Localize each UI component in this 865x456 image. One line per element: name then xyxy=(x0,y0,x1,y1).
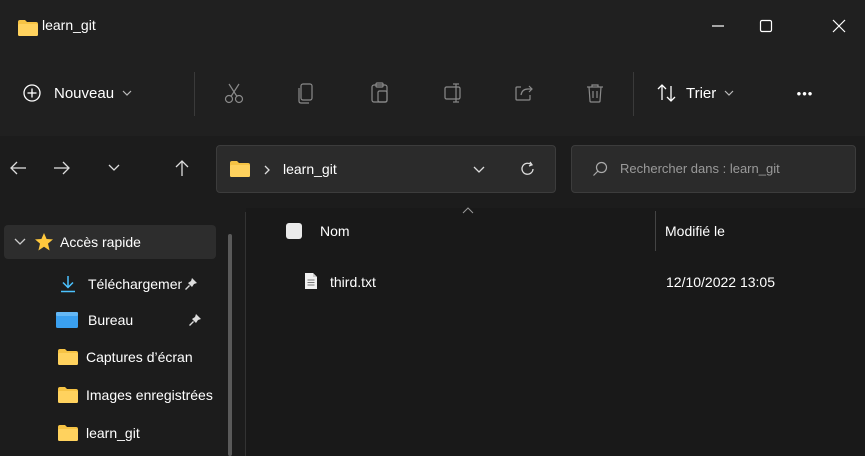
sidebar-item-desktop[interactable]: Bureau xyxy=(56,303,216,337)
address-bar[interactable]: learn_git xyxy=(216,145,556,193)
chevron-down-icon xyxy=(108,164,120,171)
arrow-up-icon xyxy=(175,160,189,176)
delete-button[interactable] xyxy=(581,76,609,110)
delete-icon xyxy=(587,84,603,103)
minimize-button[interactable] xyxy=(695,0,741,52)
plus-circle-icon xyxy=(23,84,41,102)
pin-icon[interactable] xyxy=(184,277,198,291)
sidebar-item-learn-git[interactable]: learn_git xyxy=(58,416,220,450)
table-row[interactable]: third.txt 12/10/2022 13:05 xyxy=(290,264,850,298)
arrow-left-icon xyxy=(10,161,26,175)
rename-icon xyxy=(444,83,461,103)
select-all-checkbox[interactable] xyxy=(286,223,302,239)
title-bar: learn_git xyxy=(0,0,865,52)
sidebar-item-screenshots[interactable]: Captures d’écran xyxy=(58,340,220,374)
maximize-button[interactable] xyxy=(743,0,789,52)
new-button[interactable]: Nouveau xyxy=(18,76,180,110)
search-icon xyxy=(593,161,608,176)
share-button[interactable] xyxy=(510,76,538,110)
minimize-icon xyxy=(712,25,724,27)
cut-icon xyxy=(224,83,244,104)
sort-button[interactable]: Trier xyxy=(652,76,752,110)
file-list: Nom Modifié le third.txt 12/10/2022 13:0… xyxy=(246,207,865,456)
column-header-name[interactable]: Nom xyxy=(320,223,350,239)
file-name: third.txt xyxy=(330,274,376,290)
sidebar-item-label: Bureau xyxy=(88,312,134,328)
paste-icon xyxy=(371,82,388,103)
sidebar-item-quick-access[interactable]: Accès rapide xyxy=(14,225,214,259)
chevron-down-icon xyxy=(122,90,132,96)
folder-icon xyxy=(58,349,78,365)
folder-icon xyxy=(18,20,38,36)
copy-button[interactable] xyxy=(292,76,320,110)
close-button[interactable] xyxy=(816,0,862,52)
desktop-icon xyxy=(56,312,78,328)
arrow-right-icon xyxy=(54,161,70,175)
chevron-down-icon[interactable] xyxy=(14,238,26,246)
address-path[interactable]: learn_git xyxy=(283,161,337,177)
column-divider[interactable] xyxy=(655,211,656,251)
sort-label: Trier xyxy=(686,84,717,102)
folder-icon xyxy=(58,425,78,441)
new-label: Nouveau xyxy=(54,84,115,102)
column-header-modified[interactable]: Modifié le xyxy=(665,223,725,239)
sidebar-item-label: learn_git xyxy=(86,425,140,441)
toolbar-separator xyxy=(194,72,195,116)
star-icon xyxy=(35,233,53,251)
window-title: learn_git xyxy=(42,17,96,33)
paste-button[interactable] xyxy=(366,76,394,110)
chevron-down-icon xyxy=(724,90,734,96)
more-options-button[interactable]: ••• xyxy=(785,76,825,110)
folder-icon xyxy=(58,387,78,403)
copy-icon xyxy=(298,83,313,104)
more-icon: ••• xyxy=(796,85,814,101)
sidebar-item-label: Images enregistrées xyxy=(86,387,213,403)
sidebar-item-label: Accès rapide xyxy=(60,234,141,250)
forward-button[interactable] xyxy=(50,156,74,180)
maximize-icon xyxy=(759,19,773,33)
search-box[interactable]: Rechercher dans : learn_git xyxy=(571,145,856,193)
navigation-pane: Accès rapide Téléchargements Bureau Capt xyxy=(0,208,246,456)
download-icon xyxy=(61,276,75,293)
folder-icon xyxy=(230,161,250,177)
recent-locations-button[interactable] xyxy=(102,156,126,180)
sort-ascending-icon xyxy=(462,207,474,214)
text-file-icon xyxy=(305,273,317,289)
search-placeholder: Rechercher dans : learn_git xyxy=(620,161,780,176)
rename-button[interactable] xyxy=(440,76,468,110)
sidebar-item-label: Téléchargements xyxy=(88,276,182,292)
sidebar-item-saved-pictures[interactable]: Images enregistrées xyxy=(58,378,220,412)
toolbar-separator xyxy=(633,72,634,116)
pin-icon[interactable] xyxy=(188,313,202,327)
chevron-down-icon[interactable] xyxy=(473,166,485,174)
cut-button[interactable] xyxy=(220,76,248,110)
chevron-right-icon xyxy=(264,165,270,175)
sidebar-scrollbar[interactable] xyxy=(228,234,232,456)
back-button[interactable] xyxy=(6,156,30,180)
up-button[interactable] xyxy=(170,156,194,180)
refresh-icon[interactable] xyxy=(520,161,536,177)
share-icon xyxy=(515,85,533,101)
close-icon xyxy=(832,19,846,33)
sidebar-item-downloads[interactable]: Téléchargements xyxy=(60,267,222,301)
navigation-bar: learn_git Rechercher dans : learn_git xyxy=(0,136,865,208)
file-modified: 12/10/2022 13:05 xyxy=(666,274,775,290)
command-bar: Nouveau Trier ••• xyxy=(0,52,865,136)
sidebar-item-label: Captures d’écran xyxy=(86,349,193,365)
sort-icon xyxy=(657,84,676,102)
